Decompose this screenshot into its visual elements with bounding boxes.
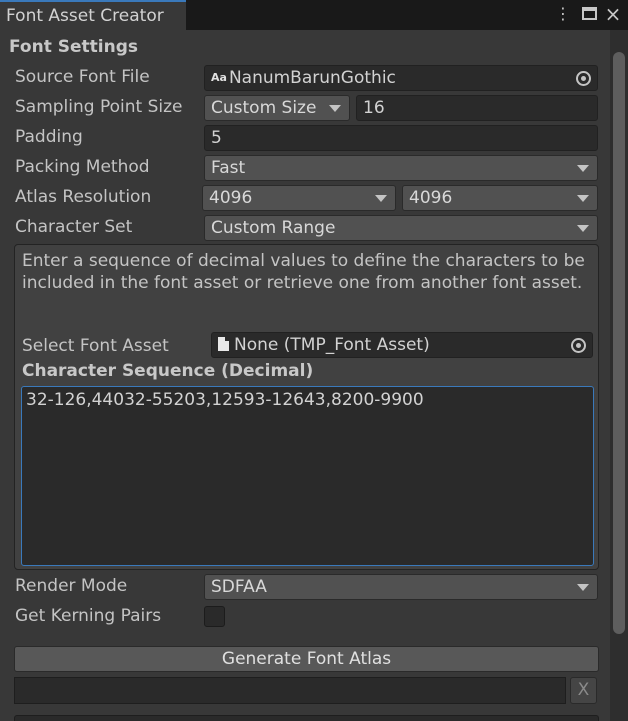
source-font-file-label: Source Font File xyxy=(15,67,150,87)
font-file-icon: Aa xyxy=(211,71,227,84)
character-sequence-value: 32-126,44032-55203,12593-12643,8200-9900 xyxy=(26,390,424,410)
render-mode-label: Render Mode xyxy=(15,576,128,596)
atlas-resolution-label: Atlas Resolution xyxy=(15,187,152,207)
character-set-value: Custom Range xyxy=(211,218,336,238)
chevron-down-icon xyxy=(329,105,341,112)
cancel-label: X xyxy=(577,680,590,700)
kerning-label: Get Kerning Pairs xyxy=(15,606,162,626)
select-font-asset-value: None (TMP_Font Asset) xyxy=(234,335,430,355)
sampling-point-size-input[interactable]: 16 xyxy=(356,95,598,121)
object-picker-icon[interactable] xyxy=(571,338,586,353)
render-mode-dropdown[interactable]: SDFAA xyxy=(204,574,598,600)
vertical-scrollbar[interactable] xyxy=(610,30,628,721)
character-set-label: Character Set xyxy=(15,217,133,237)
cancel-button[interactable]: X xyxy=(570,677,597,704)
custom-range-panel: Enter a sequence of decimal values to de… xyxy=(14,244,599,570)
tab-bar: Font Asset Creator ⋮ × xyxy=(0,0,628,30)
sampling-point-size-label: Sampling Point Size xyxy=(15,97,183,117)
asset-file-icon xyxy=(218,337,229,351)
tab-font-asset-creator[interactable]: Font Asset Creator xyxy=(0,0,186,30)
atlas-width-dropdown[interactable]: 4096 xyxy=(202,185,396,211)
padding-input[interactable]: 5 xyxy=(204,125,598,151)
packing-method-dropdown[interactable]: Fast xyxy=(204,155,598,181)
padding-label: Padding xyxy=(15,127,83,147)
select-font-asset-label: Select Font Asset xyxy=(22,336,169,356)
chevron-down-icon xyxy=(577,165,589,172)
scrollbar-thumb[interactable] xyxy=(613,52,625,634)
select-font-asset-field[interactable]: None (TMP_Font Asset) xyxy=(211,332,593,358)
packing-method-label: Packing Method xyxy=(15,157,150,177)
source-font-file-field[interactable]: Aa NanumBarunGothic xyxy=(204,65,598,91)
generate-font-atlas-button[interactable]: Generate Font Atlas xyxy=(14,646,599,672)
close-icon[interactable]: × xyxy=(602,3,624,25)
chevron-down-icon xyxy=(375,195,387,202)
padding-value: 5 xyxy=(211,128,222,148)
kerning-checkbox[interactable] xyxy=(204,606,225,627)
chevron-down-icon xyxy=(577,225,589,232)
maximize-icon[interactable] xyxy=(578,3,600,25)
chevron-down-icon xyxy=(577,195,589,202)
sampling-mode-value: Custom Size xyxy=(211,98,317,118)
atlas-height-value: 4096 xyxy=(409,188,453,208)
generate-button-label: Generate Font Atlas xyxy=(221,649,392,669)
render-mode-value: SDFAA xyxy=(211,577,267,597)
sampling-mode-dropdown[interactable]: Custom Size xyxy=(204,95,350,121)
help-text: Enter a sequence of decimal values to de… xyxy=(22,251,585,293)
tab-title: Font Asset Creator xyxy=(6,6,164,26)
progress-bar xyxy=(14,677,566,704)
atlas-width-value: 4096 xyxy=(209,188,253,208)
character-set-dropdown[interactable]: Custom Range xyxy=(204,215,598,241)
packing-method-value: Fast xyxy=(211,158,246,178)
object-picker-icon[interactable] xyxy=(576,71,591,86)
sampling-point-size-value: 16 xyxy=(363,98,385,118)
source-font-file-value: NanumBarunGothic xyxy=(228,68,396,88)
section-title-font-settings: Font Settings xyxy=(9,37,138,57)
character-sequence-title: Character Sequence (Decimal) xyxy=(22,361,314,381)
atlas-height-dropdown[interactable]: 4096 xyxy=(402,185,598,211)
preview-panel-edge xyxy=(14,715,599,721)
chevron-down-icon xyxy=(577,584,589,591)
character-sequence-input[interactable]: 32-126,44032-55203,12593-12643,8200-9900 xyxy=(21,386,594,566)
kebab-menu-icon[interactable]: ⋮ xyxy=(552,3,574,25)
